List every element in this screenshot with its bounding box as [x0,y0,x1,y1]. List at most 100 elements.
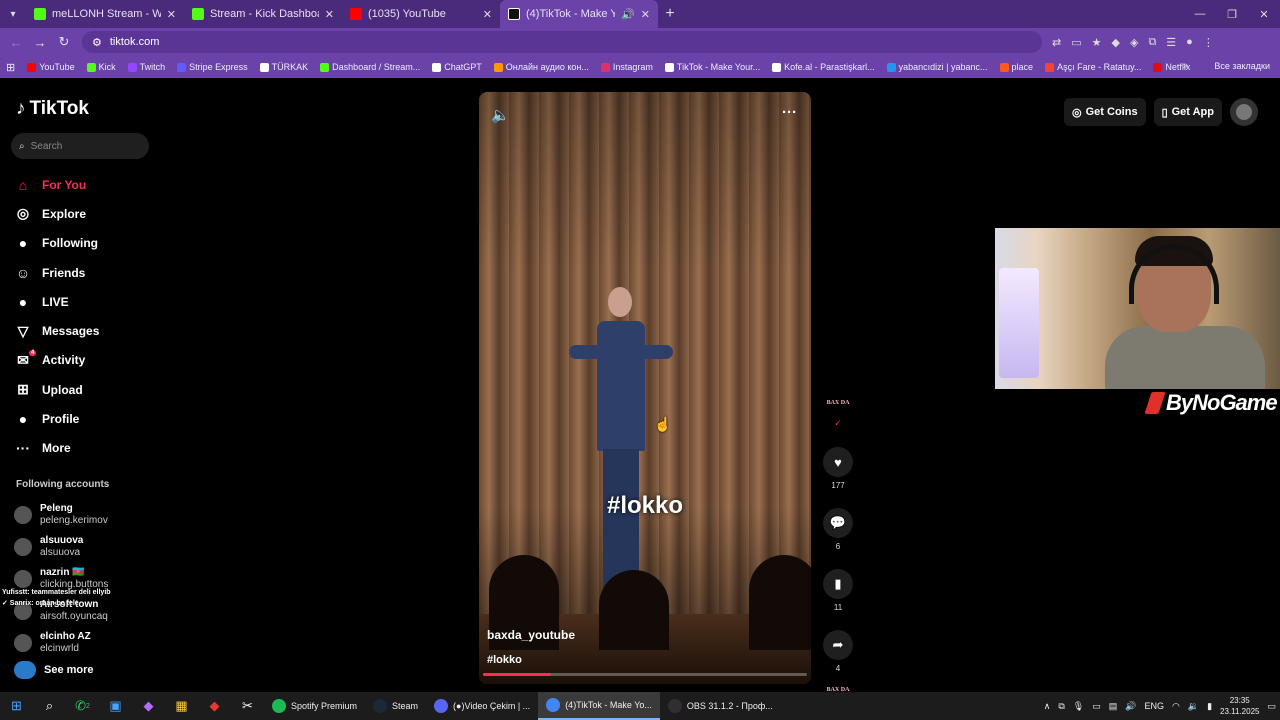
following-account-item[interactable]: elcinho AZ elcinwrld [14,627,108,659]
apps-grid-icon[interactable]: ⊞ [6,61,15,74]
clock[interactable]: 23:35 23.11.2025 [1220,695,1259,717]
bookmark-item[interactable]: TikTok - Make Your... [664,62,760,72]
url-field[interactable]: ⚙ tiktok.com [82,31,1042,53]
bookmark-item[interactable]: Онлайн аудио кон... [493,62,589,72]
extension-shield-icon[interactable]: ◆ [1112,36,1120,49]
video-more-options-icon[interactable]: ··· [782,104,797,121]
tab-close-icon[interactable]: ✕ [325,8,334,21]
taskbar-app[interactable]: Spotify Premium [264,692,365,720]
speaker-icon[interactable]: 🔉 [1188,701,1199,712]
sidebar-item-for-you[interactable]: ⌂ For You [14,170,99,199]
extension-diamond-icon[interactable]: ◈ [1130,36,1138,49]
copilot-icon[interactable]: ◆ [132,692,165,720]
video-progress-bar[interactable] [483,673,807,676]
bookmark-item[interactable]: Aşçı Fare - Ratatuy... [1045,62,1141,72]
heart-icon[interactable]: ♥ [823,447,853,477]
comment-icon[interactable]: 💬 [823,508,853,538]
start-button[interactable]: ⊞ [0,692,33,720]
tiktok-logo[interactable]: ♪ TikTok [16,98,89,120]
sidebar-item-upload[interactable]: ⊞ Upload [14,375,99,404]
sidebar-item-messages[interactable]: ▽ Messages [14,316,100,345]
tab-close-icon[interactable]: ✕ [641,8,650,21]
browser-tab[interactable]: meLLONH Stream - Watch Live ✕ [26,0,184,28]
tab-close-icon[interactable]: ✕ [483,8,492,21]
bookmark-item[interactable]: ChatGPT [432,62,482,72]
search-icon[interactable]: ⌕ [33,692,66,720]
taskbar-app[interactable]: (●)Video Çekim | ... [426,692,538,720]
taskbar-app[interactable]: (4)TikTok - Make Yo... [538,692,660,720]
microphone-icon[interactable]: 🎙 [1073,701,1084,712]
bookmark-item[interactable]: place [999,62,1033,72]
tab-audio-icon[interactable]: 🔊 [621,8,635,21]
restore-icon[interactable]: ❐ [1216,0,1248,28]
bookmark-item[interactable]: Kick [86,62,116,72]
back-icon[interactable]: ← [4,35,28,50]
notifications-icon[interactable]: ▭ [1267,701,1276,712]
reload-icon[interactable]: ↻ [52,34,76,50]
bookmark-item[interactable]: Dashboard / Stream... [320,62,420,72]
tab-close-icon[interactable]: ✕ [167,8,176,21]
bookmark-item[interactable]: Instagram [600,62,653,72]
bookmark-item[interactable]: TÜRKAK [259,62,308,72]
profile-icon[interactable]: ● [1186,36,1193,49]
input-language[interactable]: ENG [1144,701,1164,711]
translate-icon[interactable]: ⇄ [1052,36,1061,49]
sidebar-item-more[interactable]: ··· More [14,434,99,463]
sidebar-item-following[interactable]: ● Following [14,229,99,258]
bookmark-star-icon[interactable]: ★ [1092,36,1102,49]
network-icon[interactable]: ▤ [1109,701,1118,712]
battery-icon[interactable]: ▮ [1207,701,1212,712]
site-info-icon[interactable]: ⚙ [92,36,102,49]
bookmark-item[interactable]: yabancıdizi | yabanc... [886,62,988,72]
all-bookmarks-folder[interactable]: Все закладки [1214,61,1270,71]
bookmark-icon[interactable]: ▮ [823,569,853,599]
following-account-item[interactable]: alsuuova alsuuova [14,531,108,563]
creator-avatar[interactable]: BAX DA [823,400,853,414]
tray-app-icon[interactable]: ⧉ [1058,701,1064,712]
video-author[interactable]: baxda_youtube [487,628,575,642]
browser-tab[interactable]: Stream - Kick Dashboard ✕ [184,0,342,28]
following-account-item[interactable]: Peleng peleng.kerimov [14,499,108,531]
see-more-button[interactable]: See more [14,661,94,679]
forward-icon[interactable]: → [28,35,52,50]
get-coins-button[interactable]: ◎ Get Coins [1064,98,1146,126]
sidebar-item-friends[interactable]: ☺ Friends [14,258,99,287]
volume-icon[interactable]: 🔈 [491,106,510,124]
tray-icon[interactable]: ▭ [1092,701,1101,712]
whatsapp-icon[interactable]: ✆ 2 [66,692,99,720]
browser-menu-icon[interactable]: ⋮ [1203,36,1214,49]
explorer-icon[interactable]: ▣ [99,692,132,720]
minimize-icon[interactable]: — [1184,0,1216,28]
new-tab-button[interactable]: + [658,5,682,23]
taskbar-app[interactable]: Steam [365,692,426,720]
sidebar-item-activity[interactable]: ✉ Activity 4 [14,346,99,375]
bookmarks-overflow-button[interactable]: » [1183,60,1188,70]
sidebar-item-profile[interactable]: ● Profile [14,404,99,433]
bookmark-item[interactable]: YouTube [27,62,75,72]
store-icon[interactable]: ▦ [165,692,198,720]
extensions-puzzle-icon[interactable]: ⧉ [1148,36,1156,49]
bookmark-item[interactable]: Stripe Express [177,62,248,72]
sidebar-item-explore[interactable]: ◎ Explore [14,199,99,228]
tab-search-button[interactable]: ▾ [0,0,26,28]
user-avatar[interactable] [1230,98,1258,126]
bookmark-item[interactable]: Kofe.al - Parastişkarl... [772,62,875,72]
reading-list-icon[interactable]: ☰ [1166,36,1176,49]
share-icon[interactable]: ➦ [823,630,853,660]
cast-icon[interactable]: ▭ [1071,36,1081,49]
capcut-icon[interactable]: ✂ [231,692,264,720]
volume-icon[interactable]: 🔊 [1125,701,1136,712]
bookmark-item[interactable]: Twitch [127,62,165,72]
wifi-icon[interactable]: ◠ [1172,701,1180,712]
tray-chevron-icon[interactable]: ∧ [1044,701,1051,712]
video-caption-hashtag[interactable]: #lokko [487,654,522,666]
search-input[interactable]: ⌕ Search [11,133,149,159]
taskbar-app[interactable]: OBS 31.1.2 - Проф... [660,692,781,720]
video-player[interactable]: #lokko 🔈 ··· baxda_youtube #lokko [479,92,811,684]
get-app-button[interactable]: ▯ Get App [1153,98,1222,126]
following-check-icon[interactable]: ✓ [834,418,842,429]
sidebar-item-live[interactable]: ● LIVE [14,287,99,316]
red-app-icon[interactable]: ◆ [198,692,231,720]
close-window-icon[interactable]: ✕ [1248,0,1280,28]
browser-tab-active[interactable]: (4)TikTok - Make Your Day 🔊 ✕ [500,0,658,28]
